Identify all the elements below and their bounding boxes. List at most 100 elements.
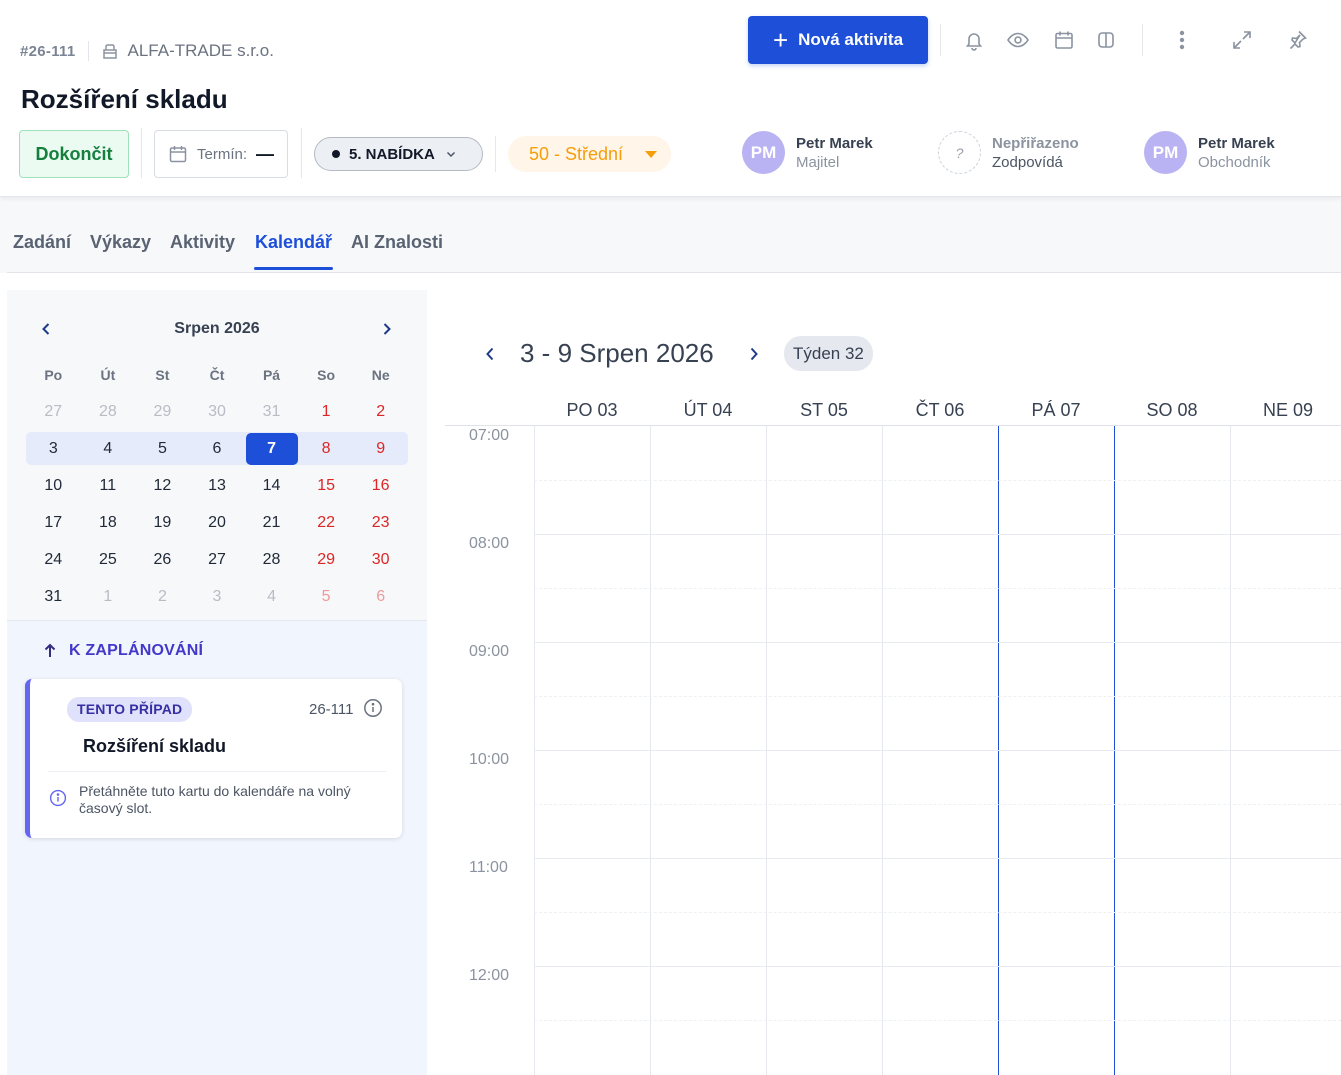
building-icon	[102, 44, 117, 59]
weekday-label: So	[317, 366, 336, 383]
next-month-button[interactable]	[378, 320, 396, 338]
day-header: PO 03	[566, 400, 618, 420]
day-cell[interactable]: 11	[81, 470, 136, 502]
tab-zadani[interactable]: Zadání	[13, 232, 71, 253]
day-cell[interactable]: 2	[353, 396, 408, 428]
hour-label: 09:00	[469, 643, 510, 660]
finish-button[interactable]: Dokončit	[19, 130, 129, 178]
day-cell[interactable]: 6	[190, 433, 245, 465]
tab-ai-znalosti[interactable]: AI Znalosti	[351, 232, 443, 253]
day-cell[interactable]: 15	[299, 470, 354, 502]
card-divider	[48, 771, 386, 772]
day-cell[interactable]: 12	[135, 470, 190, 502]
toolbar-divider	[1142, 24, 1143, 56]
day-cell[interactable]: 30	[353, 544, 408, 576]
company-link[interactable]: ALFA-TRADE s.r.o.	[101, 41, 274, 61]
day-cell[interactable]: 3	[26, 433, 81, 465]
day-cell[interactable]: 21	[244, 507, 299, 539]
day-cell[interactable]: 30	[190, 396, 245, 428]
chevron-left-icon	[486, 347, 494, 361]
day-cell[interactable]: 16	[353, 470, 408, 502]
actions-divider	[301, 128, 302, 178]
day-cell[interactable]: 17	[26, 507, 81, 539]
day-cell[interactable]: 3	[190, 581, 245, 613]
day-cell[interactable]: 9	[353, 433, 408, 465]
day-cell[interactable]: 18	[81, 507, 136, 539]
day-cell[interactable]: 13	[190, 470, 245, 502]
columns-icon[interactable]	[1094, 28, 1118, 52]
hour-line	[534, 966, 1341, 967]
hour-line	[534, 642, 1341, 643]
new-activity-button[interactable]: + Nová aktivita	[748, 16, 928, 64]
half-hour-line	[534, 912, 1341, 913]
day-cell[interactable]: 28	[244, 544, 299, 576]
person-sales[interactable]: PM Petr Marek Obchodník	[1144, 131, 1275, 174]
case-id: #26-111	[20, 42, 76, 60]
day-cell[interactable]: 22	[299, 507, 354, 539]
grid-top-border	[445, 425, 1341, 426]
day-cell[interactable]: 2	[135, 581, 190, 613]
stage-dropdown[interactable]: 5. NABÍDKA	[314, 137, 483, 171]
day-cell[interactable]: 24	[26, 544, 81, 576]
priority-dropdown[interactable]: 50 - Střední	[508, 136, 671, 172]
expand-icon[interactable]	[1230, 28, 1254, 52]
day-cell[interactable]: 8	[299, 433, 354, 465]
day-cell[interactable]: 20	[190, 507, 245, 539]
calendar-icon[interactable]	[1052, 28, 1076, 52]
day-cell[interactable]: 29	[299, 544, 354, 576]
day-header: ST 05	[800, 400, 848, 420]
schedule-card[interactable]: TENTO PŘÍPAD 26-111 Rozšíření skladu Pře…	[25, 679, 402, 838]
day-cell[interactable]: 29	[135, 396, 190, 428]
deadline-field[interactable]: Termín: —	[154, 130, 288, 178]
day-cell[interactable]: 31	[26, 581, 81, 613]
week-calendar: 3 - 9 Srpen 2026 Týden 32 PO 03 ÚT 04 ST 0…	[427, 290, 1341, 1075]
page-title: Rozšíření skladu	[21, 84, 228, 114]
day-cell[interactable]: 4	[244, 581, 299, 613]
day-cell[interactable]: 10	[26, 470, 81, 502]
day-cell[interactable]: 14	[244, 470, 299, 502]
day-cell[interactable]: 31	[244, 396, 299, 428]
chevron-right-icon	[383, 323, 391, 335]
day-cell[interactable]: 28	[81, 396, 136, 428]
hour-label: 07:00	[469, 427, 510, 444]
caret-down-icon	[645, 150, 658, 158]
prev-week-button[interactable]	[480, 344, 500, 364]
meta-divider	[87, 41, 89, 61]
day-cell[interactable]: 27	[190, 544, 245, 576]
tab-kalendar[interactable]: Kalendář	[255, 232, 332, 253]
card-case-id: 26-111	[309, 701, 354, 718]
bell-icon[interactable]	[962, 28, 986, 52]
day-cell[interactable]: 19	[135, 507, 190, 539]
more-vertical-icon[interactable]	[1170, 28, 1194, 52]
week-title: 3 - 9 Srpen 2026	[520, 338, 714, 368]
person-name: Petr Marek	[796, 134, 873, 152]
stage-label: 5. NABÍDKA	[349, 145, 435, 163]
day-header: PÁ 07	[1031, 400, 1081, 420]
day-cell[interactable]: 25	[81, 544, 136, 576]
day-cell-today[interactable]: 7	[245, 432, 298, 465]
pin-icon[interactable]	[1285, 28, 1309, 52]
to-schedule-heading[interactable]: K ZAPLÁNOVÁNÍ	[43, 642, 203, 660]
day-cell[interactable]: 6	[353, 581, 408, 613]
mini-calendar: Srpen 2026 Po Út St Čt Pá So Ne 27 28 29 30 31 1 2 3 4 5…	[7, 290, 427, 621]
half-hour-line	[534, 480, 1341, 481]
day-cell[interactable]: 1	[81, 581, 136, 613]
day-cell[interactable]: 26	[135, 544, 190, 576]
person-responsible[interactable]: ? Nepřiřazeno Zodpovídá	[938, 131, 1079, 174]
day-cell[interactable]: 27	[26, 396, 81, 428]
day-cell[interactable]: 4	[81, 433, 136, 465]
tab-vykazy[interactable]: Výkazy	[90, 232, 151, 253]
hour-label: 12:00	[469, 967, 510, 984]
person-owner[interactable]: PM Petr Marek Majitel	[742, 131, 873, 174]
info-icon[interactable]	[363, 698, 383, 723]
company-name: ALFA-TRADE s.r.o.	[127, 41, 274, 60]
day-cell[interactable]: 5	[135, 433, 190, 465]
week-row: 27 28 29 30 31 1 2	[26, 393, 408, 430]
day-cell[interactable]: 1	[299, 396, 354, 428]
day-cell[interactable]: 23	[353, 507, 408, 539]
hour-line	[534, 750, 1341, 751]
next-week-button[interactable]	[744, 344, 764, 364]
eye-icon[interactable]	[1006, 28, 1030, 52]
day-cell[interactable]: 5	[299, 581, 354, 613]
tab-aktivity[interactable]: Aktivity	[170, 232, 235, 253]
